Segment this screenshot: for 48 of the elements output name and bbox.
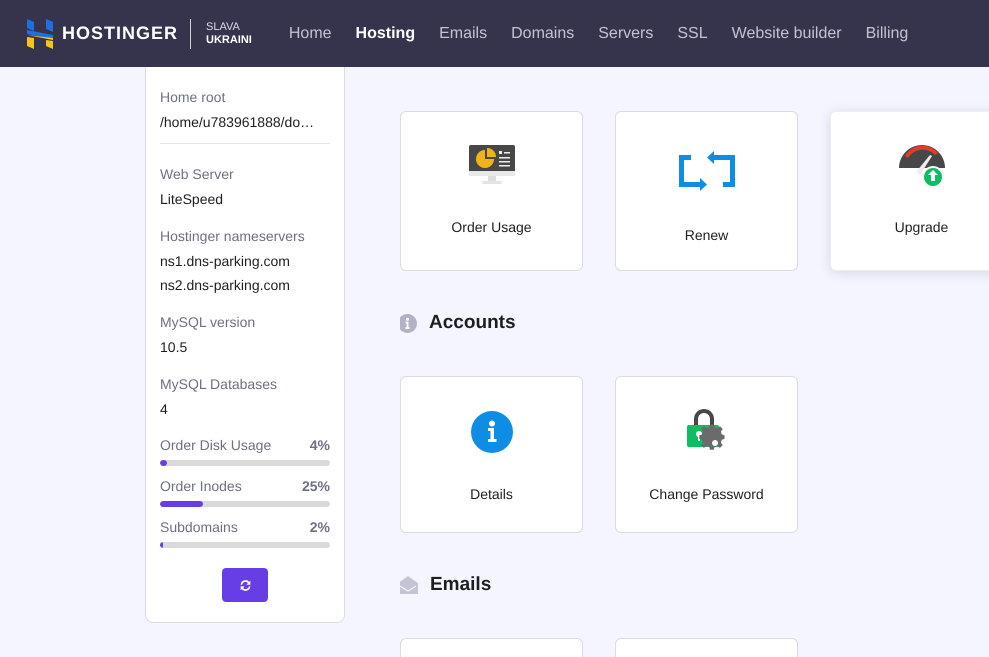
detail-value: 10.5	[160, 338, 188, 356]
card-label: Change Password	[649, 486, 764, 502]
action-card[interactable]: Details	[400, 376, 583, 533]
info-icon	[400, 314, 417, 332]
action-card[interactable]: Renew	[615, 111, 798, 271]
detail-label: MySQL version	[160, 313, 256, 332]
refresh-button[interactable]	[222, 568, 268, 602]
refresh-icon	[238, 578, 252, 592]
nav-link[interactable]: Billing	[866, 24, 908, 42]
monitor-chart-icon	[468, 145, 514, 185]
arrows-cycle-icon	[678, 151, 734, 191]
card-label: Order Usage	[451, 219, 532, 235]
detail-label: MySQL Databases	[160, 375, 278, 394]
usage-percent: 25%	[302, 477, 330, 495]
card-label: Details	[470, 486, 513, 502]
nav-link[interactable]: SSL	[677, 24, 708, 42]
nav-link[interactable]: Hosting	[356, 24, 416, 42]
nav-link[interactable]: Home	[288, 24, 332, 42]
envelope-icon	[400, 575, 418, 595]
action-card[interactable]: Change Password	[615, 376, 798, 533]
usage-label: Subdomains	[160, 518, 238, 536]
card-label: Renew	[684, 227, 728, 243]
detail-value: 4	[160, 400, 169, 418]
tagline: UKRAINI	[206, 34, 252, 46]
usage-label: Order Inodes	[160, 477, 242, 495]
detail-value: /home/u783961888/do…	[160, 113, 316, 131]
usage-percent: 2%	[310, 518, 330, 536]
detail-value: ns2.dns-parking.com	[160, 276, 291, 294]
info-icon	[470, 411, 512, 453]
detail-label: Web Server	[160, 165, 235, 184]
tagline: SLAVA	[206, 20, 241, 34]
detail-value: ns1.dns-parking.com	[160, 252, 291, 270]
section-title: Emails	[430, 574, 492, 596]
section-title: Accounts	[429, 312, 516, 334]
nav-link[interactable]: Emails	[439, 24, 488, 42]
action-card[interactable]: Upgrade	[830, 111, 989, 271]
logo-icon	[27, 18, 53, 48]
brand-name: HOSTINGER	[62, 23, 178, 44]
usage-percent: 4%	[310, 436, 330, 454]
detail-label: Hostinger nameservers	[160, 227, 306, 246]
usage-label: Order Disk Usage	[160, 436, 272, 454]
nav-link[interactable]: Servers	[598, 24, 654, 42]
action-card[interactable]: Order Usage	[400, 111, 583, 271]
detail-label: Home root	[160, 88, 226, 107]
detail-value: LiteSpeed	[160, 190, 224, 208]
card-label: Upgrade	[894, 219, 948, 235]
nav-link[interactable]: Domains	[511, 24, 574, 42]
nav-link[interactable]: Website builder	[732, 24, 842, 42]
